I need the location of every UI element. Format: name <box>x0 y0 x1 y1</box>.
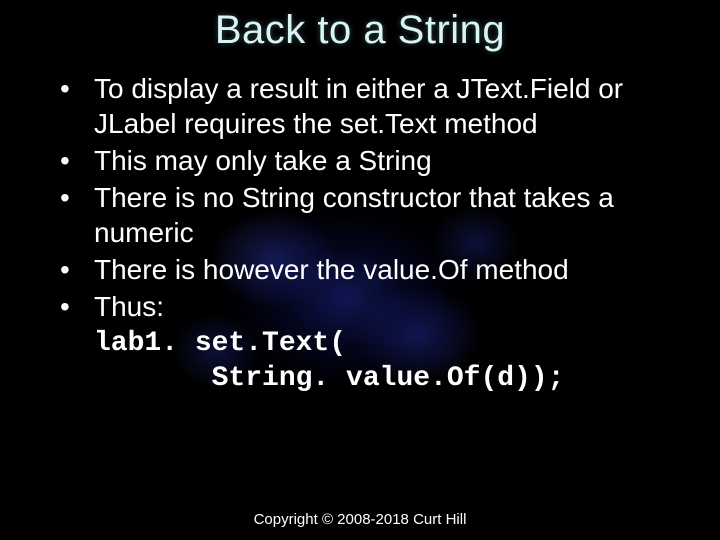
copyright-footer: Copyright © 2008-2018 Curt Hill <box>0 511 720 528</box>
code-line-1: lab1. set.Text( <box>94 328 346 359</box>
bullet-text: To display a result in either a JText.Fi… <box>94 73 623 139</box>
bullet-text: There is no String constructor that take… <box>94 182 614 248</box>
bullet-item: There is no String constructor that take… <box>60 180 700 250</box>
bullet-list: To display a result in either a JText.Fi… <box>20 71 700 324</box>
bullet-item: Thus: <box>60 289 700 324</box>
bullet-item: To display a result in either a JText.Fi… <box>60 71 700 141</box>
bullet-item: This may only take a String <box>60 143 700 178</box>
bullet-text: There is however the value.Of method <box>94 254 569 285</box>
slide-title: Back to a String <box>20 8 700 53</box>
bullet-item: There is however the value.Of method <box>60 252 700 287</box>
code-block: lab1. set.Text( String. value.Of(d)); <box>20 326 700 396</box>
bullet-text: This may only take a String <box>94 145 432 176</box>
bullet-text: Thus: <box>94 291 164 322</box>
slide-container: Back to a String To display a result in … <box>0 0 720 540</box>
code-line-2: String. value.Of(d)); <box>94 363 564 394</box>
